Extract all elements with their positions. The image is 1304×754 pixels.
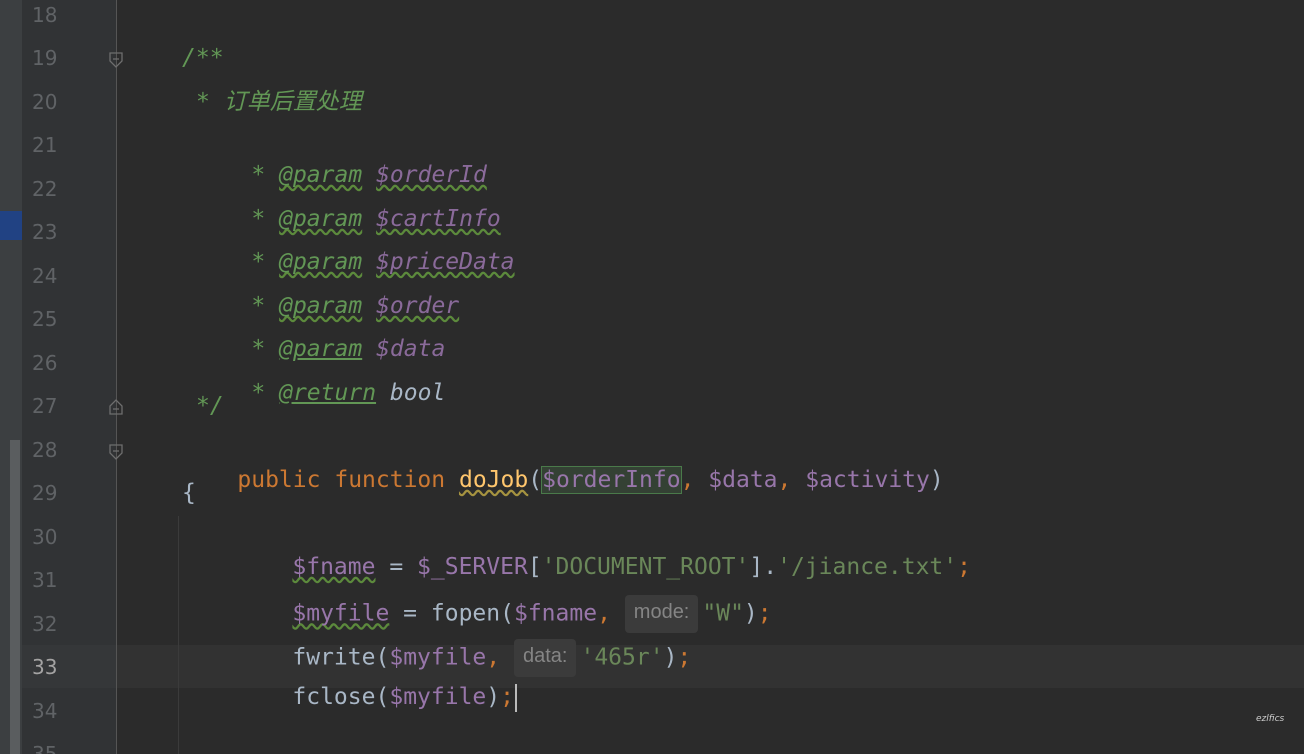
text-caret xyxy=(515,683,517,712)
line-number: 34 xyxy=(32,699,58,723)
line-number: 30 xyxy=(32,525,58,549)
semicolon: ; xyxy=(677,644,692,671)
keyword-public: public xyxy=(237,467,321,493)
line-number: 18 xyxy=(32,3,58,27)
paren-close: ) xyxy=(929,467,944,493)
doc-return-type: bool xyxy=(389,380,446,406)
code-line-27: */ xyxy=(196,393,224,419)
paren-close: ) xyxy=(486,684,501,710)
param-activity[interactable]: $activity xyxy=(805,467,930,493)
semicolon: ; xyxy=(957,554,971,580)
paren-open: ( xyxy=(375,684,390,710)
gutter-divider xyxy=(116,0,117,754)
code-line-20: * 订单后置处理 xyxy=(196,89,362,115)
line-number: 27 xyxy=(32,394,58,418)
string-data: '465r' xyxy=(580,644,664,671)
line-number: 20 xyxy=(32,90,58,114)
line-number: 24 xyxy=(32,264,58,288)
code-line-19: /** xyxy=(182,45,224,71)
line-number: 32 xyxy=(32,612,58,636)
code-line-33[interactable]: fclose($myfile); xyxy=(237,652,517,742)
line-number: 31 xyxy=(32,568,58,592)
line-number: 28 xyxy=(32,438,58,462)
parameter-hint-data: data: xyxy=(513,639,577,677)
keyword-function: function xyxy=(334,467,446,493)
doc-tag: @return xyxy=(279,380,377,406)
line-number-current: 33 xyxy=(32,655,58,679)
semicolon: ; xyxy=(500,684,514,710)
line-number: 29 xyxy=(32,481,58,505)
separator: , xyxy=(777,467,806,493)
paren-open: ( xyxy=(528,467,543,493)
code-line-26: * @return bool xyxy=(196,348,445,438)
semicolon: ; xyxy=(757,600,772,627)
code-line-29: { xyxy=(182,480,196,506)
paren-close: ) xyxy=(743,600,758,627)
doc-star: * xyxy=(251,380,266,406)
line-number: 23 xyxy=(32,220,58,244)
paren-close: ) xyxy=(663,644,678,671)
fold-end-icon[interactable] xyxy=(109,399,123,415)
line-number: 21 xyxy=(32,133,58,157)
watermark-badge: ezlfics xyxy=(1256,714,1285,724)
strip-scrollbar[interactable] xyxy=(10,440,20,754)
separator: , xyxy=(680,467,709,493)
argument-myfile[interactable]: $myfile xyxy=(389,684,486,710)
line-number: 25 xyxy=(32,307,58,331)
param-data[interactable]: $data xyxy=(708,467,777,493)
param-orderinfo[interactable]: $orderInfo xyxy=(541,466,682,494)
line-number: 19 xyxy=(32,46,58,70)
function-call-fclose[interactable]: fclose xyxy=(292,684,375,710)
string-path: '/jiance.txt' xyxy=(777,554,958,580)
code-line-28: public function doJob($orderInfo, $data,… xyxy=(182,435,944,525)
fold-collapse-icon[interactable] xyxy=(109,444,123,460)
indent-guide xyxy=(178,516,179,754)
string-mode: "W" xyxy=(702,600,744,627)
fold-collapse-icon[interactable] xyxy=(109,52,123,68)
strip-marker xyxy=(0,211,22,240)
code-editor[interactable]: 18 19 20 21 22 23 24 25 26 27 28 29 30 3… xyxy=(0,0,1304,754)
function-name[interactable]: doJob xyxy=(459,467,528,493)
line-number: 35 xyxy=(32,742,58,754)
line-number: 22 xyxy=(32,177,58,201)
line-number: 26 xyxy=(32,351,58,375)
